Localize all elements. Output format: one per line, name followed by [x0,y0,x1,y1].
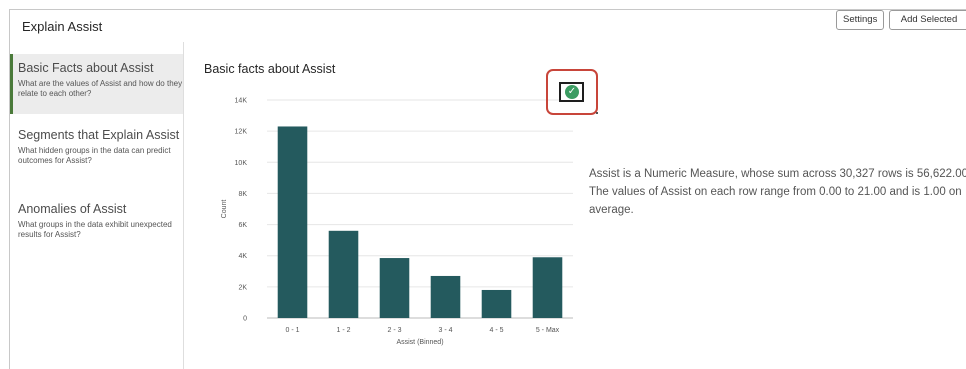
sidebar-item-basic-facts[interactable]: Basic Facts about Assist What are the va… [10,54,183,114]
settings-button[interactable]: Settings [836,10,885,30]
bar [532,257,563,318]
sidebar-item-segments[interactable]: Segments that Explain Assist What hidden… [10,128,183,166]
x-tick-label: 0 - 1 [285,327,299,334]
highlight-box: ✓ [546,69,598,115]
summary-line: average. [589,204,634,216]
check-circle-icon: ✓ [565,85,579,99]
cursor-dot [596,112,598,114]
bar [481,289,512,318]
y-axis-title: Count [221,200,228,219]
y-tick-label: 12K [235,129,248,136]
y-tick-label: 2K [238,284,247,291]
sidebar-item-description: What groups in the data exhibit unexpect… [18,220,172,239]
y-tick-label: 6K [238,222,247,229]
bar [379,258,410,318]
x-tick-label: 2 - 3 [387,327,401,334]
x-tick-label: 3 - 4 [438,327,452,334]
sidebar-item-title: Segments that Explain Assist [18,128,180,142]
bar [430,275,461,318]
y-tick-label: 0 [243,316,247,323]
summary-text: Assist is a Numeric Measure, whose sum a… [589,165,966,219]
add-selected-button[interactable]: Add Selected [889,10,966,30]
sidebar-item-description: What are the values of Assist and how do… [18,79,183,98]
y-tick-label: 4K [238,253,247,260]
summary-line: Assist is a Numeric Measure, whose sum a… [589,168,966,180]
section-heading: Basic facts about Assist [204,62,336,76]
y-tick-label: 14K [235,98,248,105]
x-axis-title: Assist (Binned) [396,339,443,346]
sidebar-item-description: What hidden groups in the data can predi… [18,146,171,165]
y-tick-label: 8K [238,191,247,198]
check-button[interactable]: ✓ [559,82,584,102]
y-tick-label: 10K [235,160,248,167]
sidebar: Basic Facts about Assist What are the va… [10,42,184,369]
sidebar-item-title: Anomalies of Assist [18,202,127,216]
x-tick-label: 1 - 2 [336,327,350,334]
sidebar-item-anomalies[interactable]: Anomalies of Assist What groups in the d… [10,202,183,240]
summary-line: The values of Assist on each row range f… [589,186,962,198]
bar-chart: 0 2K 4K 6K 8K 10K 12K 14K 0 - 1 1 - 2 2 - 3 3 - 4 4 … [221,98,573,346]
bar [277,126,308,318]
x-tick-label: 5 - Max [536,327,560,334]
app-title: Explain Assist [22,19,103,34]
sidebar-item-title: Basic Facts about Assist [18,61,154,75]
title-bar: Explain Assist [10,10,966,42]
bar [328,230,359,318]
x-tick-label: 4 - 5 [489,327,503,334]
